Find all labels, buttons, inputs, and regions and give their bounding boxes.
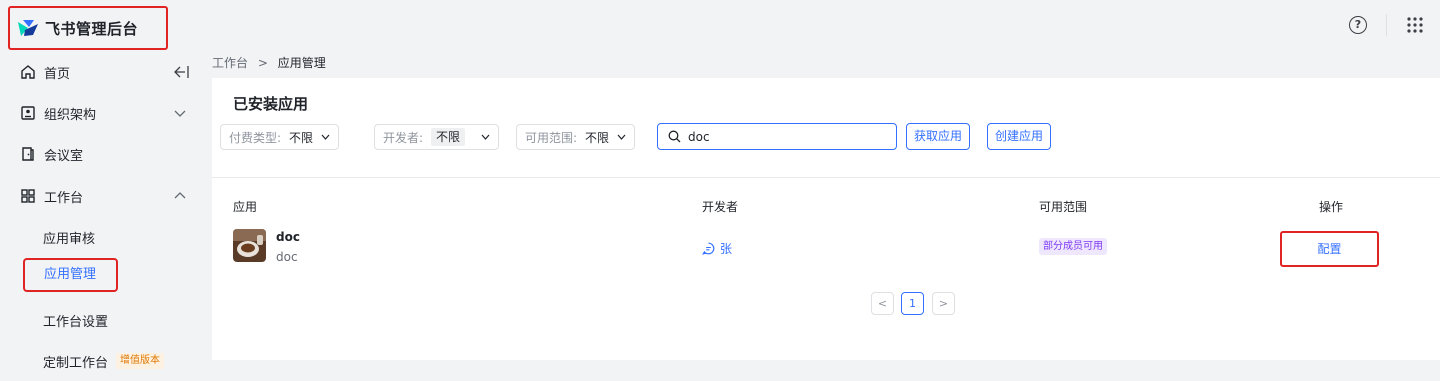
breadcrumb-current: 应用管理 <box>277 56 326 70</box>
pagination-page-current[interactable]: 1 <box>901 292 924 315</box>
page-title: 已安装应用 <box>233 95 309 113</box>
sidebar-item-org[interactable]: 组织架构 <box>0 93 204 133</box>
configure-button[interactable]: 配置 <box>1280 231 1379 267</box>
filter-label: 可用范围: <box>525 130 578 145</box>
sidebar: 首页 组织架构 会议室 工作台 应用审核 应用管理 工作台设置 定制工作台 增值… <box>0 52 204 371</box>
top-divider <box>1386 14 1387 36</box>
developer-name: 张 <box>720 242 733 256</box>
sidebar-item-label: 定制工作台 <box>43 355 109 371</box>
chevron-up-icon <box>174 192 186 199</box>
filter-payment-type[interactable]: 付费类型: 不限 <box>220 124 340 150</box>
chevron-down-icon <box>174 110 186 117</box>
get-app-button[interactable]: 获取应用 <box>906 123 971 150</box>
sidebar-item-workspace-settings[interactable]: 工作台设置 <box>0 300 204 340</box>
sidebar-item-custom-workspace[interactable]: 定制工作台 增值版本 <box>0 341 204 381</box>
org-icon <box>21 106 35 120</box>
developer-link[interactable]: 张 <box>702 240 732 257</box>
column-header-developer: 开发者 <box>702 200 739 214</box>
filter-value: 不限 <box>431 128 466 146</box>
search-input[interactable] <box>688 129 888 144</box>
workspace-grid-icon <box>21 189 35 203</box>
sidebar-item-label: 组织架构 <box>44 107 97 123</box>
home-icon <box>21 65 35 79</box>
app-subtitle: doc <box>276 250 298 264</box>
sidebar-item-label: 应用管理 <box>44 267 97 282</box>
pagination-next[interactable]: > <box>932 292 955 315</box>
search-icon <box>668 130 681 143</box>
chevron-down-icon <box>321 134 330 140</box>
sidebar-item-workspace[interactable]: 工作台 <box>0 176 204 216</box>
top-bar: 飞书管理后台 ? <box>0 0 1440 52</box>
sidebar-item-label: 会议室 <box>44 148 84 164</box>
collapse-sidebar-icon[interactable] <box>172 64 190 80</box>
column-header-scope: 可用范围 <box>1039 200 1088 214</box>
sidebar-item-app-management[interactable]: 应用管理 <box>23 258 118 292</box>
filter-label: 开发者: <box>383 130 424 145</box>
filter-value: 不限 <box>585 130 610 145</box>
pagination-prev[interactable]: < <box>871 292 894 315</box>
app-name[interactable]: doc <box>276 230 300 244</box>
grid-apps-icon[interactable] <box>1406 16 1424 34</box>
filter-value: 不限 <box>289 130 314 145</box>
filter-scope[interactable]: 可用范围: 不限 <box>516 124 636 150</box>
column-header-app: 应用 <box>233 200 258 214</box>
filter-label: 付费类型: <box>229 130 282 145</box>
filter-developer[interactable]: 开发者: 不限 <box>374 124 500 150</box>
premium-badge: 增值版本 <box>116 353 165 369</box>
create-app-button[interactable]: 创建应用 <box>987 123 1052 150</box>
help-icon[interactable]: ? <box>1349 16 1367 34</box>
app-title: 飞书管理后台 <box>45 19 139 38</box>
sidebar-item-meeting-room[interactable]: 会议室 <box>0 134 204 174</box>
sidebar-item-label: 首页 <box>44 66 71 82</box>
feishu-logo-icon <box>18 20 38 36</box>
app-logo[interactable]: 飞书管理后台 <box>8 6 168 50</box>
sidebar-item-app-review[interactable]: 应用审核 <box>0 217 204 257</box>
breadcrumb: 工作台 > 应用管理 <box>212 54 326 71</box>
chevron-down-icon <box>481 134 490 140</box>
sidebar-item-label: 应用审核 <box>43 231 96 247</box>
divider <box>212 177 1440 178</box>
main-panel: 已安装应用 付费类型: 不限 开发者: 不限 可用范围: 不限 获取应用 创建应… <box>212 78 1440 360</box>
scope-badge: 部分成员可用 <box>1039 238 1107 255</box>
column-header-action: 操作 <box>1319 200 1344 214</box>
sidebar-item-label: 工作台设置 <box>43 314 109 330</box>
sidebar-item-label: 工作台 <box>44 190 84 206</box>
app-thumbnail <box>233 229 266 262</box>
breadcrumb-separator: > <box>257 56 268 70</box>
chat-bubble-icon <box>702 242 715 255</box>
chevron-down-icon <box>617 134 626 140</box>
meeting-room-icon <box>22 147 34 161</box>
breadcrumb-parent[interactable]: 工作台 <box>212 56 248 70</box>
sidebar-item-home[interactable]: 首页 <box>0 52 204 92</box>
search-box[interactable] <box>657 123 897 150</box>
